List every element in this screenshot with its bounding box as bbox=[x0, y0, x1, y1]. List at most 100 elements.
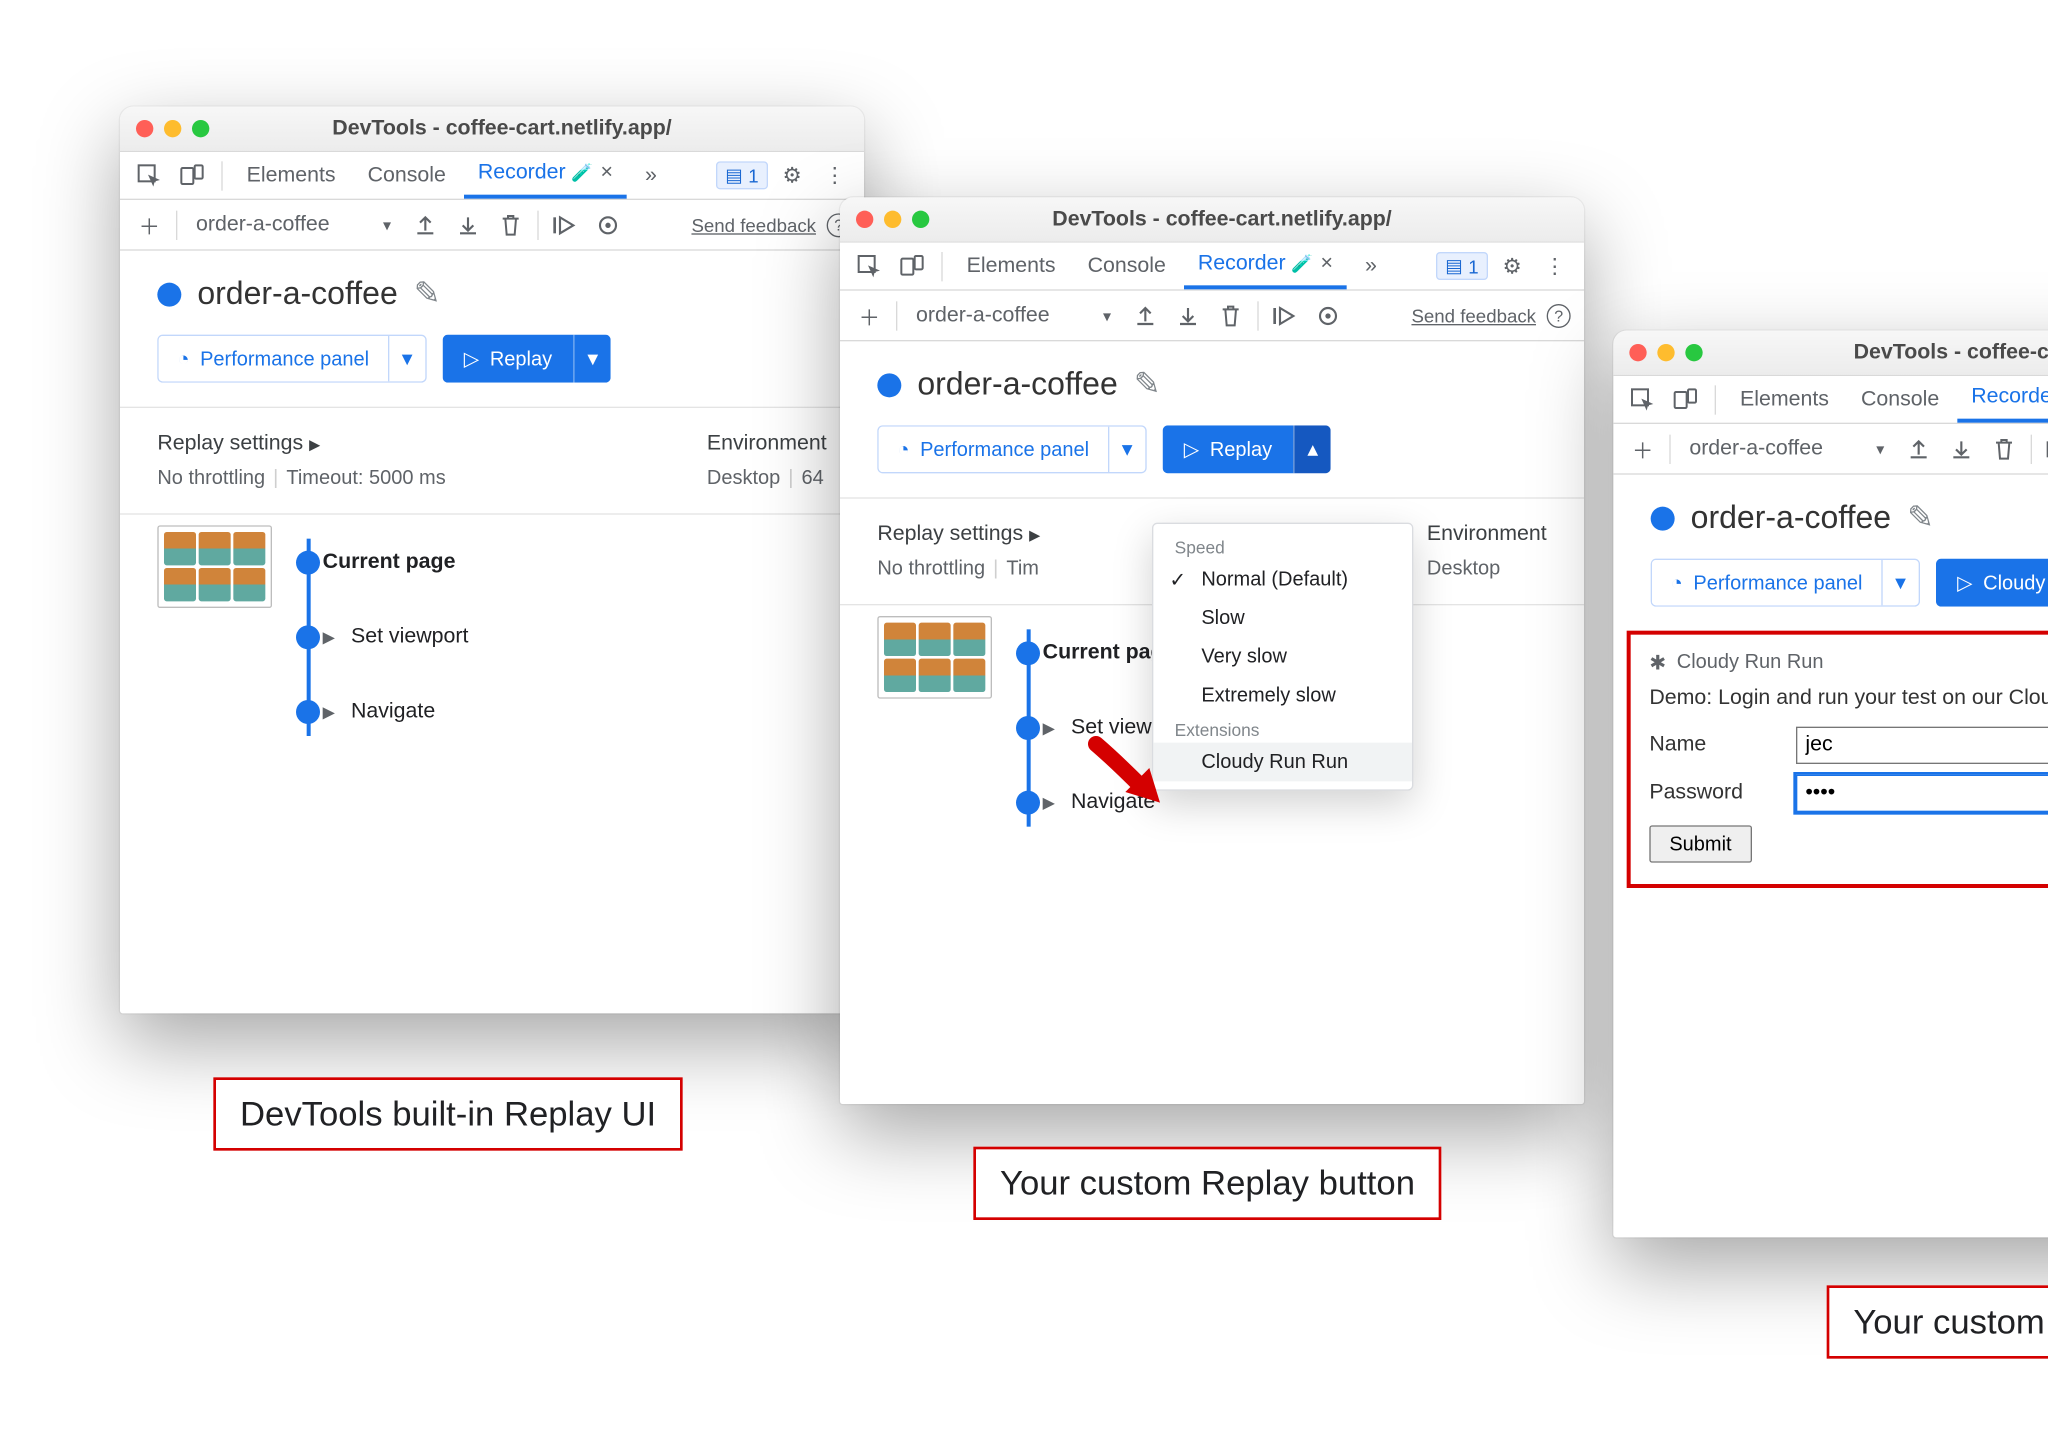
tab-elements[interactable]: Elements bbox=[1727, 376, 1843, 423]
edit-title-icon[interactable]: ✎ bbox=[414, 275, 441, 314]
performance-panel-button[interactable]: ◔Performance panel▾ bbox=[877, 425, 1146, 473]
close-icon[interactable] bbox=[136, 120, 153, 137]
recording-title[interactable]: order-a-coffee bbox=[197, 275, 397, 312]
menu-item-cloudy-run-run[interactable]: Cloudy Run Run bbox=[1153, 743, 1412, 782]
custom-replay-button[interactable]: ▷Cloudy Run Run▾ bbox=[1936, 559, 2048, 607]
delete-icon[interactable] bbox=[1988, 433, 2020, 465]
recording-select[interactable]: order-a-coffee ▾ bbox=[188, 210, 399, 239]
close-icon[interactable] bbox=[856, 211, 873, 228]
recording-title[interactable]: order-a-coffee bbox=[1691, 499, 1891, 536]
caption-custom-ui: Your custom Replay UI bbox=[1827, 1285, 2048, 1358]
inspect-element-icon[interactable] bbox=[851, 247, 888, 284]
close-icon[interactable] bbox=[1629, 344, 1646, 361]
new-recording-icon[interactable]: ＋ bbox=[1627, 433, 1659, 465]
extension-icon: ✱ bbox=[1649, 650, 1666, 674]
step-play-icon[interactable] bbox=[1270, 299, 1302, 331]
edit-title-icon[interactable]: ✎ bbox=[1907, 499, 1934, 538]
flask-icon: 🧪 bbox=[571, 163, 593, 184]
menu-item-very-slow[interactable]: Very slow bbox=[1153, 637, 1412, 676]
replay-button[interactable]: ▷Replay ▾ bbox=[442, 335, 610, 383]
replay-settings-header[interactable]: Replay settings ▶ bbox=[157, 432, 445, 456]
close-tab-icon[interactable]: × bbox=[601, 161, 613, 185]
tab-elements[interactable]: Elements bbox=[233, 152, 349, 199]
tabstrip: Elements Console Recorder🧪 × » ▤1 ⚙ ⋮ bbox=[120, 152, 864, 200]
extension-panel-title: Cloudy Run Run bbox=[1677, 651, 1824, 674]
tab-elements[interactable]: Elements bbox=[953, 243, 1069, 290]
minimize-icon[interactable] bbox=[1657, 344, 1674, 361]
menu-item-normal[interactable]: Normal (Default) bbox=[1153, 560, 1412, 599]
kebab-menu-icon[interactable]: ⋮ bbox=[816, 157, 853, 194]
edit-title-icon[interactable]: ✎ bbox=[1134, 365, 1161, 404]
device-toolbar-icon[interactable] bbox=[1667, 381, 1704, 418]
import-icon[interactable] bbox=[452, 209, 484, 241]
export-icon[interactable] bbox=[1903, 433, 1935, 465]
submit-button[interactable]: Submit bbox=[1649, 825, 1751, 862]
name-label: Name bbox=[1649, 733, 1769, 757]
step-play-icon[interactable] bbox=[2043, 433, 2048, 465]
issues-badge[interactable]: ▤1 bbox=[1436, 252, 1488, 280]
menu-item-slow[interactable]: Slow bbox=[1153, 599, 1412, 638]
replay-caret[interactable]: ▴ bbox=[1293, 425, 1330, 473]
annotation-arrow-icon bbox=[1088, 736, 1165, 813]
step-navigate[interactable]: ▶Navigate bbox=[323, 675, 469, 750]
minimize-icon[interactable] bbox=[884, 211, 901, 228]
recording-title[interactable]: order-a-coffee bbox=[917, 366, 1117, 403]
tab-recorder[interactable]: Recorder🧪 × bbox=[465, 152, 627, 199]
settings-icon[interactable]: ⚙ bbox=[1493, 247, 1530, 284]
password-label: Password bbox=[1649, 781, 1769, 805]
breakpoint-icon[interactable] bbox=[1312, 299, 1344, 331]
recording-select[interactable]: order-a-coffee▾ bbox=[1681, 434, 1892, 463]
step-play-icon[interactable] bbox=[550, 209, 582, 241]
recording-select[interactable]: order-a-coffee▾ bbox=[908, 301, 1119, 330]
new-recording-icon[interactable]: ＋ bbox=[853, 299, 885, 331]
import-icon[interactable] bbox=[1946, 433, 1978, 465]
delete-icon[interactable] bbox=[495, 209, 527, 241]
record-indicator-icon bbox=[157, 282, 181, 306]
password-input[interactable] bbox=[1796, 775, 2048, 812]
delete-icon[interactable] bbox=[1215, 299, 1247, 331]
send-feedback-link[interactable]: Send feedback bbox=[691, 214, 816, 235]
replay-speed-menu: Speed Normal (Default) Slow Very slow Ex… bbox=[1152, 523, 1413, 791]
breakpoint-icon[interactable] bbox=[592, 209, 624, 241]
tab-recorder[interactable]: Recorder🧪× bbox=[1185, 243, 1347, 290]
import-icon[interactable] bbox=[1172, 299, 1204, 331]
issues-badge[interactable]: ▤1 bbox=[716, 161, 768, 189]
close-tab-icon[interactable]: × bbox=[1321, 252, 1333, 276]
performance-panel-button[interactable]: ◔Performance panel ▾ bbox=[157, 335, 426, 383]
tabs-overflow[interactable]: » bbox=[1352, 243, 1391, 290]
replay-settings: Replay settings ▶ No throttling|Timeout:… bbox=[157, 408, 826, 513]
inspect-element-icon[interactable] bbox=[1624, 381, 1661, 418]
devtools-window-1: DevTools - coffee-cart.netlify.app/ Elem… bbox=[120, 107, 864, 1014]
play-icon: ▷ bbox=[464, 347, 479, 371]
zoom-icon[interactable] bbox=[912, 211, 929, 228]
menu-item-extremely-slow[interactable]: Extremely slow bbox=[1153, 676, 1412, 715]
tabs-overflow[interactable]: » bbox=[632, 152, 671, 199]
replay-button[interactable]: ▷Replay▴ bbox=[1162, 425, 1330, 473]
kebab-menu-icon[interactable]: ⋮ bbox=[1536, 247, 1573, 284]
recorder-toolbar: ＋ order-a-coffee ▾ Send feedback ? bbox=[120, 200, 864, 251]
export-icon[interactable] bbox=[1130, 299, 1162, 331]
new-recording-icon[interactable]: ＋ bbox=[133, 209, 165, 241]
tab-console[interactable]: Console bbox=[1074, 243, 1179, 290]
menu-header-extensions: Extensions bbox=[1153, 715, 1412, 743]
zoom-icon[interactable] bbox=[1685, 344, 1702, 361]
help-icon[interactable]: ? bbox=[1547, 303, 1571, 327]
tab-console[interactable]: Console bbox=[1848, 376, 1953, 423]
inspect-element-icon[interactable] bbox=[131, 157, 168, 194]
export-icon[interactable] bbox=[410, 209, 442, 241]
performance-panel-caret[interactable]: ▾ bbox=[388, 336, 425, 381]
zoom-icon[interactable] bbox=[192, 120, 209, 137]
replay-caret[interactable]: ▾ bbox=[573, 335, 610, 383]
minimize-icon[interactable] bbox=[164, 120, 181, 137]
device-toolbar-icon[interactable] bbox=[893, 247, 930, 284]
tab-recorder[interactable]: Recorder🧪× bbox=[1958, 376, 2048, 423]
step-set-viewport[interactable]: ▶Set viewport bbox=[323, 600, 469, 675]
performance-panel-button[interactable]: ◔Performance panel▾ bbox=[1651, 559, 1920, 607]
recording-title-row: order-a-coffee ✎ bbox=[157, 275, 826, 314]
settings-icon[interactable]: ⚙ bbox=[773, 157, 810, 194]
device-toolbar-icon[interactable] bbox=[173, 157, 210, 194]
send-feedback-link[interactable]: Send feedback bbox=[1411, 305, 1536, 326]
step-current-page[interactable]: Current page bbox=[323, 525, 469, 600]
name-input[interactable] bbox=[1796, 727, 2048, 764]
tab-console[interactable]: Console bbox=[354, 152, 459, 199]
